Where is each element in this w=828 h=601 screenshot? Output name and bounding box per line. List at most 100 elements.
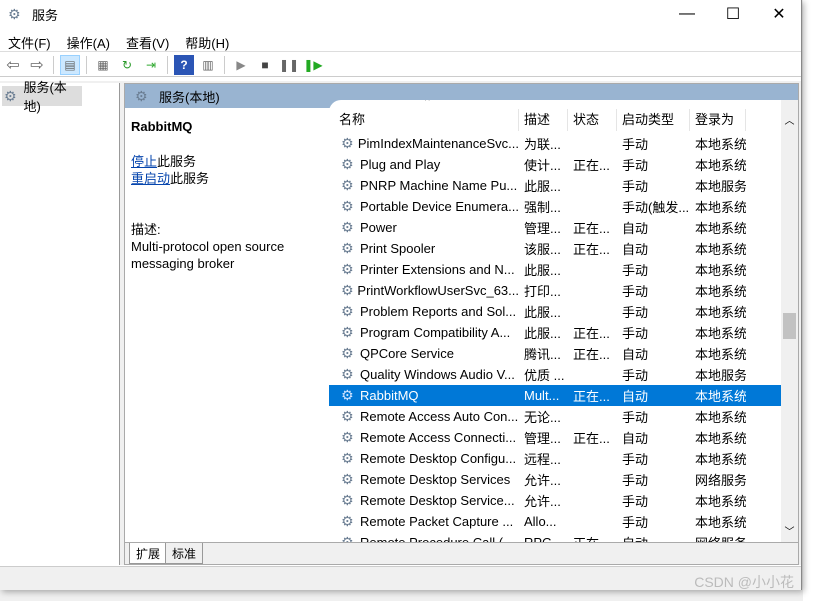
menu-file[interactable]: 文件(F)	[0, 30, 59, 51]
column-description[interactable]: 描述	[519, 109, 568, 131]
cell: 正在...	[573, 158, 610, 173]
scroll-down-icon[interactable]: ﹀	[781, 523, 798, 538]
service-gear-icon: ⚙	[341, 135, 354, 151]
table-row[interactable]: ⚙ Power 管理... 正在... 自动 本地系统	[329, 217, 781, 238]
minimize-button[interactable]: —	[664, 0, 710, 28]
cell: 本地系统	[695, 221, 746, 236]
restart-service-link[interactable]: 重启动	[131, 171, 170, 186]
table-row[interactable]: ⚙ Quality Windows Audio V... 优质 ... 手动 本地服务	[329, 364, 781, 385]
back-arrow-icon[interactable]: ⇦	[3, 55, 23, 75]
cell: Allo...	[524, 514, 557, 529]
vertical-scrollbar[interactable]: ︿ ﹀	[781, 100, 798, 542]
stop-icon[interactable]: ■	[255, 55, 275, 75]
toolbar-divider	[86, 55, 87, 74]
service-name-text: PimIndexMaintenanceSvc...	[357, 136, 519, 151]
table-row[interactable]: ⚙ Plug and Play 使计... 正在... 手动 本地系统	[329, 154, 781, 175]
maximize-button[interactable]: ☐	[710, 0, 756, 28]
export-list-icon[interactable]: ⇥	[141, 55, 161, 75]
service-name-text: QPCore Service	[360, 346, 454, 361]
start-icon[interactable]: ▶	[231, 55, 251, 75]
table-row[interactable]: ⚙ Program Compatibility A... 此服... 正在... 手动 本…	[329, 322, 781, 343]
column-log-on-as[interactable]: 登录为	[690, 109, 746, 131]
table-row[interactable]: ⚙ PrintWorkflowUserSvc_63... 打印... 手动 本地系统	[329, 280, 781, 301]
service-gear-icon: ⚙	[341, 282, 354, 298]
cell-name: ⚙ Remote Desktop Service...	[329, 492, 519, 509]
cell: 手动	[622, 305, 649, 320]
cell-name: ⚙ Remote Access Auto Con...	[329, 408, 519, 425]
cell: 手动	[622, 284, 649, 299]
detail-panel: RabbitMQ 停止此服务 重启动此服务 描述: Multi-protocol…	[125, 108, 329, 542]
cell-name: ⚙ Remote Procedure Call (...	[329, 534, 519, 542]
table-row[interactable]: ⚙ PimIndexMaintenanceSvc... 为联... 手动 本地系统	[329, 133, 781, 154]
service-gear-icon: ⚙	[341, 492, 354, 508]
action-pane-icon[interactable]: ▥	[198, 55, 218, 75]
cell: 无论...	[524, 410, 561, 425]
table-row[interactable]: ⚙ Remote Packet Capture ... Allo... 手动 本地系统	[329, 511, 781, 532]
column-name[interactable]: 名称	[329, 109, 519, 131]
scroll-up-icon[interactable]: ︿	[781, 112, 798, 127]
table-row[interactable]: ⚙ Print Spooler 该服... 正在... 自动 本地系统	[329, 238, 781, 259]
refresh-icon[interactable]: ↻	[117, 55, 137, 75]
table-row[interactable]: ⚙ Printer Extensions and N... 此服... 手动 本地系统	[329, 259, 781, 280]
menu-action[interactable]: 操作(A)	[59, 30, 118, 51]
table-row[interactable]: ⚙ Remote Procedure Call (... RPC...正在...自动…	[329, 532, 781, 542]
help-icon[interactable]: ?	[174, 54, 194, 75]
service-gear-icon: ⚙	[341, 408, 354, 424]
tab-extended[interactable]: 扩展	[129, 543, 168, 564]
service-gear-icon: ⚙	[341, 345, 354, 361]
table-row[interactable]: ⚙ Remote Desktop Services 允许... 手动 网络服务	[329, 469, 781, 490]
cell: 自动	[622, 389, 649, 404]
table-row[interactable]: ⚙ PNRP Machine Name Pu... 此服... 手动 本地服务	[329, 175, 781, 196]
cell: 网络服务	[695, 473, 746, 488]
table-row[interactable]: ⚙ Remote Access Auto Con... 无论... 手动 本地系统	[329, 406, 781, 427]
cell: 本地系统	[695, 515, 746, 530]
cell: 本地系统	[695, 305, 746, 320]
cell: 自动	[617, 533, 690, 542]
properties-icon[interactable]: ▦	[93, 55, 113, 75]
cell: 手动(触发...	[622, 200, 690, 215]
resume-icon[interactable]: ❚▶	[303, 55, 323, 75]
service-name: RabbitMQ	[131, 119, 193, 134]
forward-arrow-icon[interactable]: ⇨	[27, 55, 47, 75]
cell: 手动	[622, 473, 649, 488]
sort-ascending-icon: ^	[425, 100, 430, 107]
pause-icon[interactable]: ❚❚	[279, 55, 299, 75]
cell-name: ⚙ Problem Reports and Sol...	[329, 303, 519, 320]
cell: 自动	[622, 242, 649, 257]
tab-standard[interactable]: 标准	[165, 543, 204, 564]
window-title: 服务	[32, 7, 59, 23]
table-row[interactable]: ⚙ Remote Access Connecti... 管理... 正在... 自动 本地…	[329, 427, 781, 448]
column-startup-type[interactable]: 启动类型	[617, 109, 690, 131]
tree-item-label: 服务(本地)	[23, 80, 67, 114]
cell-name: ⚙ Printer Extensions and N...	[329, 261, 519, 278]
cell-name: ⚙ QPCore Service	[329, 345, 519, 362]
menu-help[interactable]: 帮助(H)	[177, 30, 237, 51]
cell: 本地系统	[695, 263, 746, 278]
scroll-thumb[interactable]	[783, 313, 796, 339]
service-name-text: Printer Extensions and N...	[360, 262, 515, 277]
column-status[interactable]: 状态	[568, 109, 617, 131]
service-name-text: Power	[360, 220, 397, 235]
service-gear-icon: ⚙	[341, 513, 354, 529]
stop-service-link[interactable]: 停止	[131, 154, 157, 169]
table-row[interactable]: ⚙ QPCore Service 腾讯... 正在... 自动 本地系统	[329, 343, 781, 364]
table-row[interactable]: ⚙ Remote Desktop Service... 允许... 手动 本地系统	[329, 490, 781, 511]
toolbar: ⇦ ⇨ ▤ ▦ ↻ ⇥ ? ▥ ▶ ■ ❚❚ ❚▶	[0, 53, 801, 77]
cell-name: ⚙ Program Compatibility A...	[329, 324, 519, 341]
cell: 管理...	[524, 221, 561, 236]
table-row[interactable]: ⚙ Remote Desktop Configu... 远程... 手动 本地系统	[329, 448, 781, 469]
cell-name: ⚙ Print Spooler	[329, 240, 519, 257]
cell: 本地系统	[695, 494, 746, 509]
cell: 腾讯...	[524, 347, 561, 362]
close-button[interactable]: ✕	[756, 0, 802, 28]
table-row[interactable]: ⚙ Problem Reports and Sol... 此服... 手动 本地系统	[329, 301, 781, 322]
show-hide-tree-icon[interactable]: ▤	[60, 54, 80, 75]
table-row[interactable]: ⚙ RabbitMQ Mult... 正在... 自动 本地系统	[329, 385, 781, 406]
service-gear-icon: ⚙	[341, 240, 354, 256]
cell: Mult...	[524, 388, 560, 403]
tree-item-services-local[interactable]: ⚙ 服务(本地)	[2, 80, 82, 114]
table-row[interactable]: ⚙ Portable Device Enumera... 强制... 手动(触发...…	[329, 196, 781, 217]
menu-view[interactable]: 查看(V)	[118, 30, 177, 51]
service-name-text: Remote Access Connecti...	[360, 430, 517, 445]
service-gear-icon: ⚙	[341, 156, 354, 172]
